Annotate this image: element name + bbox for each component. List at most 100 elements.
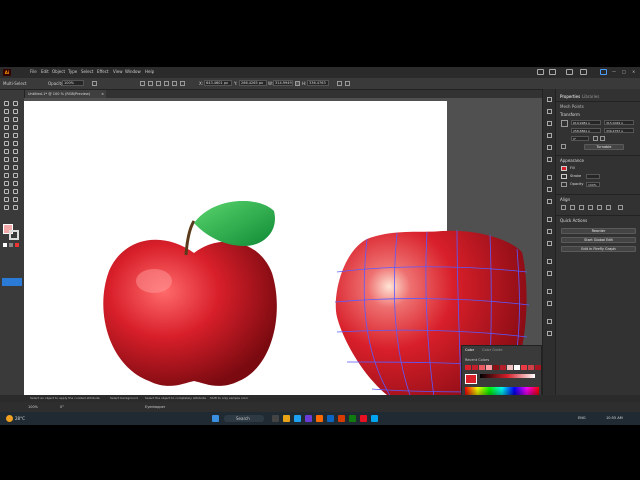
brushes-panel-icon[interactable] [547,187,552,192]
task-view-icon[interactable] [272,415,279,422]
eraser-tool-icon[interactable] [13,141,18,146]
w-field[interactable]: 314.9949 px [273,80,293,86]
align-left-icon[interactable] [140,81,145,86]
flip-vertical-icon[interactable] [600,136,605,141]
magic-wand-tool-icon[interactable] [4,109,9,114]
document-tab[interactable]: Untitled-1* @ 100 % (RGB/Preview) × [24,90,106,98]
rotate-angle-field[interactable]: 0° [571,136,589,141]
share-icon[interactable] [566,69,573,75]
rectangle-tool-icon[interactable] [4,133,9,138]
x-field[interactable]: 643.4601 px [204,80,232,86]
slice-tool-icon[interactable] [13,197,18,202]
menu-effect[interactable]: Effect [97,69,109,75]
recent-color-swatch[interactable] [465,365,471,370]
turnable-button[interactable]: Turnable [584,144,624,150]
transform-h-field[interactable]: 336.4767 p [604,128,634,133]
shape-builder-tool-icon[interactable] [4,165,9,170]
edit-in-firefly-button[interactable]: Edit in Firefly Graph [561,246,636,252]
paintbrush-tool-icon[interactable] [13,133,18,138]
graphic-styles-panel-icon[interactable] [547,271,552,276]
pathfinder-panel-icon[interactable] [547,157,552,162]
recent-color-swatch[interactable] [535,365,541,370]
character-panel-icon[interactable] [547,289,552,294]
recent-color-swatch[interactable] [493,365,499,370]
y-field[interactable]: 266.4265 px [239,80,267,86]
zoom-tool-icon[interactable] [13,205,18,210]
paragraph-panel-icon[interactable] [547,301,552,306]
gradient-tool-icon[interactable] [13,173,18,178]
width-tool-icon[interactable] [4,157,9,162]
lasso-tool-icon[interactable] [13,109,18,114]
scale-tool-icon[interactable] [13,149,18,154]
artboard[interactable] [24,101,530,412]
rotate-tool-icon[interactable] [4,149,9,154]
curvature-tool-icon[interactable] [13,117,18,122]
recent-color-swatch[interactable] [472,365,478,370]
direct-selection-tool-icon[interactable] [13,101,18,106]
link-icon[interactable] [295,81,300,86]
libraries-panel-icon[interactable] [547,121,552,126]
tab-color-guide[interactable]: Color Guide [482,348,503,352]
selection-tool-icon[interactable] [4,101,9,106]
opacity-field[interactable]: 100% [62,80,84,86]
artboards-panel-icon[interactable] [547,319,552,324]
menu-window[interactable]: Window [125,69,141,75]
menu-object[interactable]: Object [52,69,65,75]
align-right-icon[interactable] [156,81,161,86]
stroke-weight-field[interactable] [586,174,600,179]
blend-tool-icon[interactable] [13,181,18,186]
align-left-panel-icon[interactable] [561,205,566,210]
menu-edit[interactable]: Edit [41,69,49,75]
graph-tool-icon[interactable] [13,189,18,194]
stroke-panel-icon[interactable] [547,217,552,222]
menu-view[interactable]: View [113,69,123,75]
search-icon[interactable] [580,69,587,75]
maximize-button[interactable]: □ [622,69,626,75]
taskbar-search-box[interactable]: Search [224,415,264,422]
input-language[interactable]: ENG [578,416,586,420]
menu-select[interactable]: Select [81,69,93,75]
appearance-panel-icon[interactable] [547,259,552,264]
start-menu-icon[interactable] [212,415,219,422]
gradient-panel-icon[interactable] [547,229,552,234]
apple-photo[interactable] [94,201,294,396]
opacity-panel-field[interactable]: 100% [586,182,600,187]
transform-panel-icon[interactable] [547,133,552,138]
layers-panel-icon[interactable] [547,109,552,114]
artboard-tool-icon[interactable] [4,197,9,202]
stroke-color-swatch[interactable] [561,174,567,179]
fill-color-swatch[interactable] [561,166,567,171]
align-more-icon[interactable] [618,205,623,210]
perspective-tool-icon[interactable] [13,165,18,170]
powerpoint-taskbar-icon[interactable] [338,415,345,422]
illustrator-taskbar-icon[interactable] [316,415,323,422]
weather-icon[interactable] [6,415,13,422]
eyedropper-tool-icon[interactable] [4,181,9,186]
recent-color-swatch[interactable] [514,365,520,370]
file-explorer-icon[interactable] [283,415,290,422]
rotation-angle[interactable]: 0° [60,402,64,412]
menu-file[interactable]: File [30,69,37,75]
align-bottom-panel-icon[interactable] [606,205,611,210]
symbols-panel-icon[interactable] [547,199,552,204]
close-window-button[interactable]: × [632,69,635,75]
align-top-panel-icon[interactable] [588,205,593,210]
align-panel-icon[interactable] [547,145,552,150]
pen-tool-icon[interactable] [4,117,9,122]
transform-y-field[interactable]: 258.8861 p [571,128,601,133]
media-app-icon[interactable] [360,415,367,422]
swatches-panel-icon[interactable] [547,175,552,180]
recent-color-swatch[interactable] [521,365,527,370]
recolor-icon[interactable] [92,81,97,86]
browser-app-icon[interactable] [371,415,378,422]
transparency-panel-icon[interactable] [547,241,552,246]
align-right-panel-icon[interactable] [579,205,584,210]
align-hcenter-panel-icon[interactable] [570,205,575,210]
zoom-level[interactable]: 100% [28,402,38,412]
start-global-edit-button[interactable]: Start Global Edit [561,237,636,243]
gradient-mode-icon[interactable] [9,243,13,247]
tint-slider[interactable] [480,374,535,378]
tab-properties[interactable]: Properties [560,94,580,99]
line-tool-icon[interactable] [13,125,18,130]
more-options-icon[interactable] [345,81,350,86]
